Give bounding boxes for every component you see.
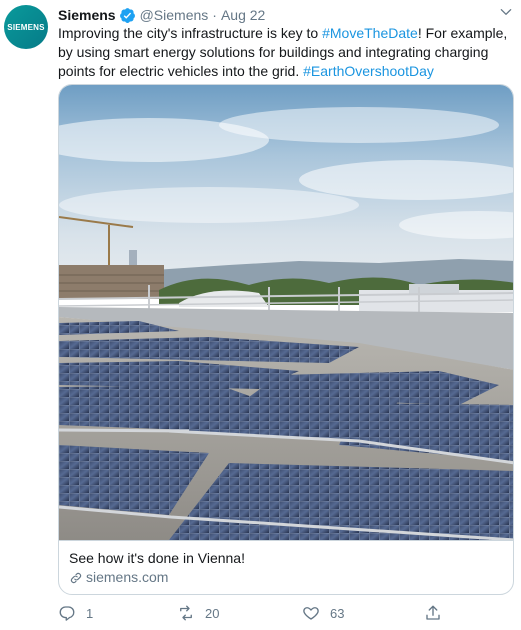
retweet-count: 20 xyxy=(205,605,220,621)
tweet-text: Improving the city's infrastructure is k… xyxy=(58,24,514,81)
like-button[interactable]: 63 xyxy=(302,604,344,622)
hashtag-earth-overshoot-day[interactable]: #EarthOvershootDay xyxy=(303,63,434,79)
tweet-header: Siemens @Siemens · Aug 22 xyxy=(58,5,513,25)
link-card[interactable]: See how it's done in Vienna! siemens.com xyxy=(58,84,514,595)
retweet-button[interactable]: 20 xyxy=(177,604,219,622)
card-meta: See how it's done in Vienna! siemens.com xyxy=(59,540,513,594)
separator-dot: · xyxy=(212,7,217,23)
tweet-actions: 1 20 63 xyxy=(58,604,514,624)
reply-count: 1 xyxy=(86,605,94,621)
link-icon xyxy=(69,571,83,585)
card-domain-row[interactable]: siemens.com xyxy=(69,568,505,587)
retweet-icon xyxy=(180,605,192,621)
tweet-text-part: Improving the city's infrastructure is k… xyxy=(58,25,323,41)
like-icon xyxy=(303,607,319,620)
share-icon xyxy=(426,605,440,620)
like-count: 63 xyxy=(330,605,345,621)
avatar-logo-text: SIEMENS xyxy=(7,22,45,32)
avatar[interactable]: SIEMENS xyxy=(4,5,48,49)
reply-icon xyxy=(59,606,75,621)
tweet: SIEMENS Siemens @Siemens · Aug 22 Improv… xyxy=(0,0,521,630)
hashtag-move-the-date[interactable]: #MoveTheDate xyxy=(322,25,418,41)
author-handle[interactable]: @Siemens xyxy=(140,7,209,23)
share-button[interactable] xyxy=(424,604,452,622)
verified-badge-icon xyxy=(119,7,136,24)
card-domain[interactable]: siemens.com xyxy=(86,568,168,587)
tweet-date[interactable]: Aug 22 xyxy=(221,7,265,23)
caret-down-icon[interactable] xyxy=(499,5,513,19)
reply-button[interactable]: 1 xyxy=(58,604,93,622)
card-image-solar-panels[interactable] xyxy=(59,85,514,540)
author-name[interactable]: Siemens xyxy=(58,7,116,23)
card-title[interactable]: See how it's done in Vienna! xyxy=(69,549,505,568)
